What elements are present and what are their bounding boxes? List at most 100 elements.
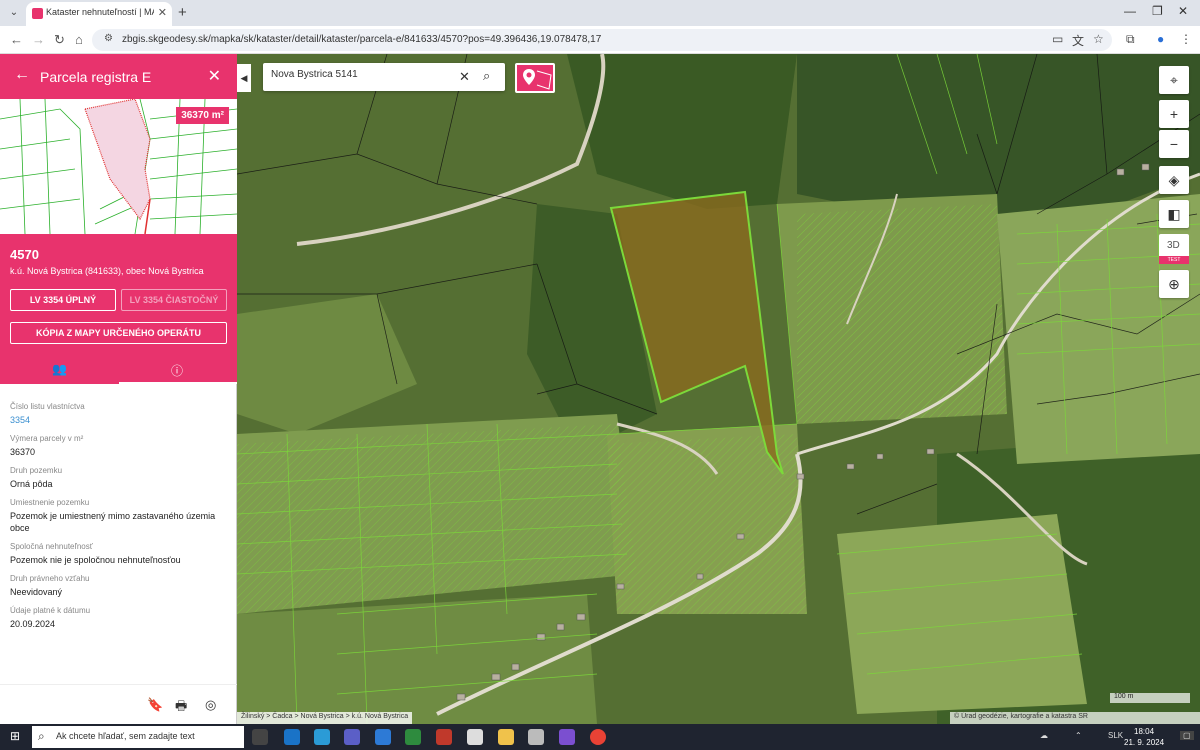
extensions-icon[interactable]: ⧉ bbox=[1126, 32, 1135, 47]
ownership-sheet-link[interactable]: 3354 bbox=[10, 414, 230, 426]
3d-label: 3D bbox=[1167, 240, 1180, 251]
tab-strip: ⌄ Kataster nehnuteľností | MAPKA ✕ + — ❐… bbox=[0, 0, 1200, 26]
field-value: 20.09.2024 bbox=[10, 619, 56, 629]
zoom-in-button[interactable]: + bbox=[1159, 100, 1189, 128]
site-info-icon[interactable]: ⚙ bbox=[104, 33, 113, 44]
field-label: Druh právneho vzťahu bbox=[10, 574, 90, 583]
field-value: Neevidovaný bbox=[10, 587, 63, 597]
taskbar-search[interactable]: ⌕ Ak chcete hľadať, sem zadajte text bbox=[32, 726, 244, 748]
add-location-icon[interactable]: ⊕ bbox=[1159, 270, 1189, 298]
compare-icon[interactable]: ◧ bbox=[1159, 200, 1189, 228]
active-tab-indicator bbox=[119, 382, 237, 384]
tab-title: Kataster nehnuteľností | MAPKA bbox=[46, 7, 154, 17]
chrome-icon[interactable] bbox=[590, 729, 606, 745]
app-icon[interactable] bbox=[405, 729, 421, 745]
panel-header: ← Parcela registra E ✕ bbox=[0, 54, 237, 99]
locate-parcel-icon[interactable]: ◎ bbox=[205, 697, 216, 713]
cadastral-area: k.ú. Nová Bystrica (841633), obec Nová B… bbox=[10, 266, 204, 276]
parcel-minimap: 36370 m² bbox=[0, 99, 237, 234]
panel-tabs: 👥 ⓘ bbox=[0, 358, 237, 384]
map-search-box[interactable]: ✕ ⌕ bbox=[263, 63, 505, 91]
field-value: Pozemok nie je spoločnou nehnuteľnosťou bbox=[10, 555, 181, 565]
map-search-input[interactable] bbox=[271, 69, 451, 80]
task-view-icon[interactable] bbox=[252, 729, 268, 745]
app-icon[interactable] bbox=[528, 729, 544, 745]
new-tab-icon[interactable]: + bbox=[178, 4, 187, 21]
url-text[interactable]: zbgis.skgeodesy.sk/mapka/sk/kataster/det… bbox=[122, 34, 601, 45]
home-icon[interactable]: ⌂ bbox=[75, 32, 83, 47]
3d-button[interactable]: 3D TEST bbox=[1159, 234, 1189, 264]
layers-icon[interactable]: ◈ bbox=[1159, 166, 1189, 194]
taskbar-search-placeholder: Ak chcete hľadať, sem zadajte text bbox=[56, 731, 195, 741]
teams-icon[interactable] bbox=[344, 729, 360, 745]
clock-time: 18:04 bbox=[1134, 727, 1155, 736]
lv-full-button[interactable]: LV 3354 ÚPLNÝ bbox=[10, 289, 116, 311]
parcel-marker-button[interactable] bbox=[515, 63, 555, 93]
map-pin-icon bbox=[523, 69, 552, 90]
profile-icon[interactable]: ● bbox=[1157, 32, 1164, 46]
clock-date: 21. 9. 2024 bbox=[1124, 738, 1165, 747]
field-label: Druh pozemku bbox=[10, 466, 63, 475]
map-attribution: © Úrad geodézie, kartografie a katastra … bbox=[950, 712, 1200, 724]
app-icon[interactable] bbox=[436, 729, 452, 745]
search-icon[interactable]: ⌕ bbox=[483, 68, 490, 84]
close-window-icon[interactable]: ✕ bbox=[1178, 4, 1188, 18]
back-icon[interactable]: ← bbox=[10, 32, 23, 47]
owners-tab-icon[interactable]: 👥 bbox=[52, 362, 67, 376]
copy-map-button[interactable]: KÓPIA Z MAPY URČENÉHO OPERÁTU bbox=[10, 322, 227, 344]
collapse-panel-icon[interactable]: ◀ bbox=[237, 64, 251, 92]
panel-title: Parcela registra E bbox=[40, 69, 152, 85]
notification-icon[interactable]: ▢ bbox=[1180, 731, 1194, 740]
cast-icon[interactable]: ▭ bbox=[1052, 32, 1063, 46]
lang-indicator[interactable]: SLK bbox=[1108, 731, 1123, 740]
edge-icon[interactable] bbox=[314, 729, 330, 745]
file-explorer-icon[interactable] bbox=[498, 729, 514, 745]
zoom-out-button[interactable]: − bbox=[1159, 130, 1189, 158]
field-label: Číslo listu vlastníctva bbox=[10, 402, 85, 411]
parcel-detail-panel: ← Parcela registra E ✕ 36370 m² 4570 k.ú… bbox=[0, 54, 237, 724]
menu-icon[interactable]: ⋮ bbox=[1180, 32, 1192, 46]
test-badge: TEST bbox=[1159, 256, 1189, 264]
close-tab-icon[interactable]: ✕ bbox=[158, 6, 167, 19]
bookmark-icon[interactable]: 🔖 bbox=[147, 697, 163, 713]
forward-icon[interactable]: → bbox=[32, 32, 45, 47]
app-icon[interactable] bbox=[375, 729, 391, 745]
windows-start-icon[interactable]: ⊞ bbox=[10, 729, 20, 743]
parcel-summary: 4570 k.ú. Nová Bystrica (841633), obec N… bbox=[0, 234, 237, 384]
print-icon[interactable]: 🖶 bbox=[175, 697, 187, 719]
tray-chevron-icon[interactable]: ⌃ bbox=[1075, 731, 1082, 740]
search-icon: ⌕ bbox=[38, 729, 45, 743]
clock[interactable]: 18:04 21. 9. 2024 bbox=[1124, 726, 1164, 748]
visual-studio-icon[interactable] bbox=[559, 729, 575, 745]
site-favicon-icon bbox=[32, 8, 43, 19]
info-tab-icon[interactable]: ⓘ bbox=[171, 362, 183, 379]
geolocate-icon[interactable]: ⌖ bbox=[1159, 66, 1189, 94]
lv-partial-button[interactable]: LV 3354 ČIASTOČNÝ bbox=[121, 289, 227, 311]
minimize-icon[interactable]: — bbox=[1124, 4, 1136, 18]
translate-icon[interactable]: 文 bbox=[1072, 32, 1084, 49]
outlook-icon[interactable] bbox=[284, 729, 300, 745]
parcel-info-list: Číslo listu vlastníctva 3354 Výmera parc… bbox=[10, 394, 230, 630]
star-icon[interactable]: ☆ bbox=[1093, 32, 1104, 46]
address-bar[interactable]: ⚙ zbgis.skgeodesy.sk/mapka/sk/kataster/d… bbox=[92, 29, 1112, 51]
field-label: Výmera parcely v m² bbox=[10, 434, 84, 443]
weather-icon[interactable]: ☁ bbox=[1040, 731, 1048, 740]
tab-search-chevron-icon[interactable]: ⌄ bbox=[6, 5, 22, 21]
aerial-imagery bbox=[237, 54, 1200, 724]
field-label: Umiestnenie pozemku bbox=[10, 498, 90, 507]
clear-search-icon[interactable]: ✕ bbox=[459, 69, 470, 85]
field-label: Údaje platné k dátumu bbox=[10, 606, 91, 615]
area-badge: 36370 m² bbox=[176, 107, 229, 124]
map-view[interactable]: ◀ ✕ ⌕ ⌖ + − ◈ ◧ 3D TEST ⊕ 100 m Žilinský… bbox=[237, 54, 1200, 724]
maximize-icon[interactable]: ❐ bbox=[1152, 4, 1163, 18]
location-breadcrumb: Žilinský > Čadca > Nová Bystrica > k.ú. … bbox=[237, 712, 413, 724]
os-taskbar: ⊞ ⌕ Ak chcete hľadať, sem zadajte text ☁… bbox=[0, 724, 1200, 750]
back-arrow-icon[interactable]: ← bbox=[14, 66, 30, 84]
reload-icon[interactable]: ↻ bbox=[54, 32, 65, 48]
app-icon[interactable] bbox=[467, 729, 483, 745]
field-value: Pozemok je umiestnený mimo zastavaného ú… bbox=[10, 511, 216, 533]
field-value: 36370 bbox=[10, 447, 36, 457]
browser-tab[interactable]: Kataster nehnuteľností | MAPKA ✕ bbox=[26, 2, 172, 26]
close-icon[interactable]: ✕ bbox=[208, 66, 221, 86]
scale-bar: 100 m bbox=[1110, 693, 1190, 703]
